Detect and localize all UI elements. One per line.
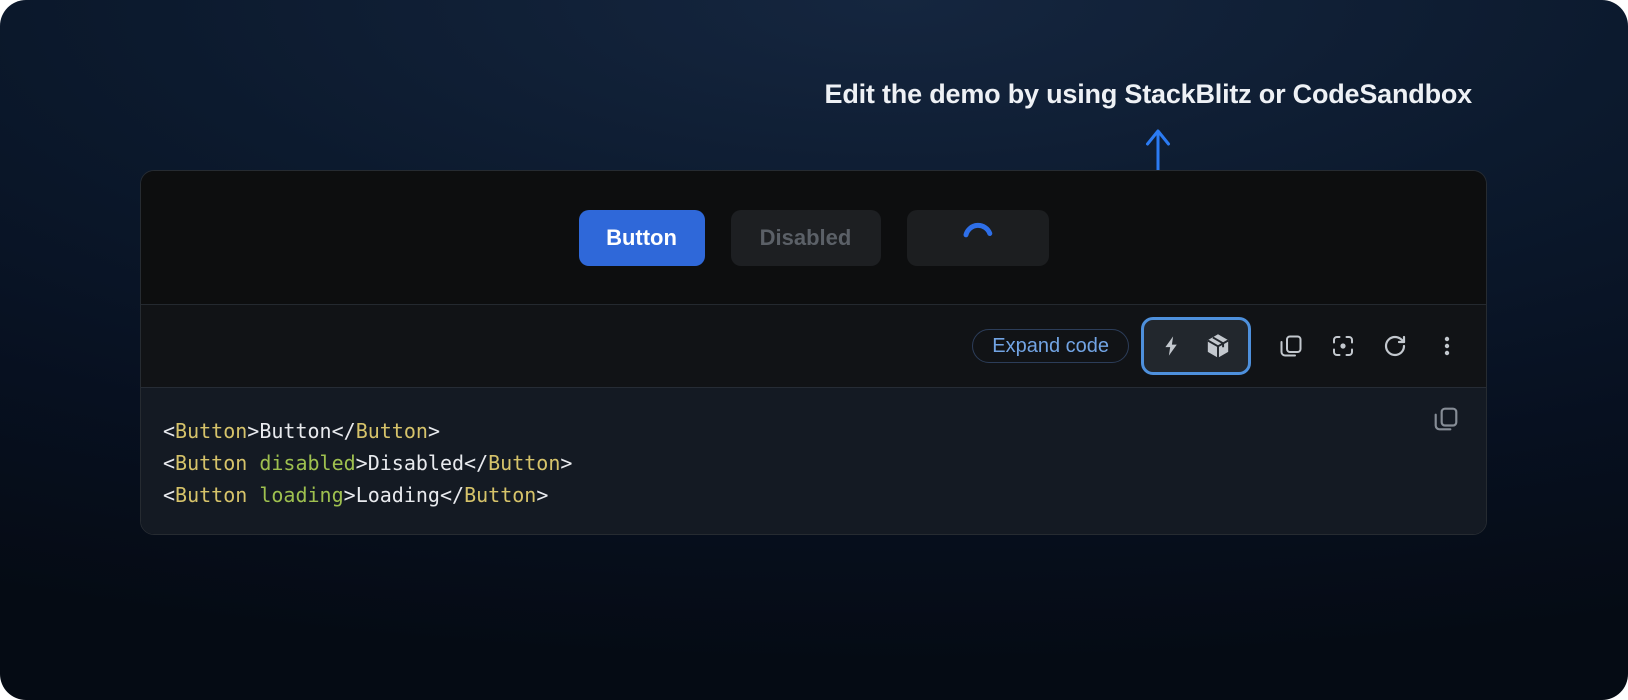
expand-code-button[interactable]: Expand code [972,329,1129,363]
loading-button[interactable] [907,210,1049,266]
code-line: <Button>Button</Button> [163,415,1486,447]
loading-spinner-icon [960,220,996,256]
code-block: <Button>Button</Button><Button disabled>… [141,388,1486,534]
copy-icon [1442,409,1457,426]
more-menu-button[interactable] [1435,334,1459,358]
demo-card: Button Disabled Expand code [140,170,1487,535]
demo-preview-section: Button Disabled [141,171,1486,304]
code-line: <Button disabled>Disabled</Button> [163,447,1486,479]
stackblitz-icon[interactable] [1161,335,1183,357]
code-line: <Button loading>Loading</Button> [163,479,1486,511]
docs-demo-page: Edit the demo by using StackBlitz or Cod… [0,0,1628,700]
copy-icon [1287,337,1301,353]
code-lines: <Button>Button</Button><Button disabled>… [163,415,1486,511]
demo-toolbar: Expand code [141,304,1486,388]
standalone-preview-button[interactable] [1331,334,1355,358]
copy-snippet-button[interactable] [1433,406,1459,432]
sandbox-button-group [1141,317,1251,375]
primary-button[interactable]: Button [579,210,705,266]
disabled-button[interactable]: Disabled [731,210,881,266]
codesandbox-icon[interactable] [1205,333,1231,359]
refresh-demo-button[interactable] [1383,334,1407,358]
refresh-icon [1383,334,1407,358]
standalone-icon [1331,334,1355,358]
more-icon [1435,334,1459,358]
annotation-heading: Edit the demo by using StackBlitz or Cod… [825,79,1472,110]
copy-code-button[interactable] [1279,334,1303,358]
